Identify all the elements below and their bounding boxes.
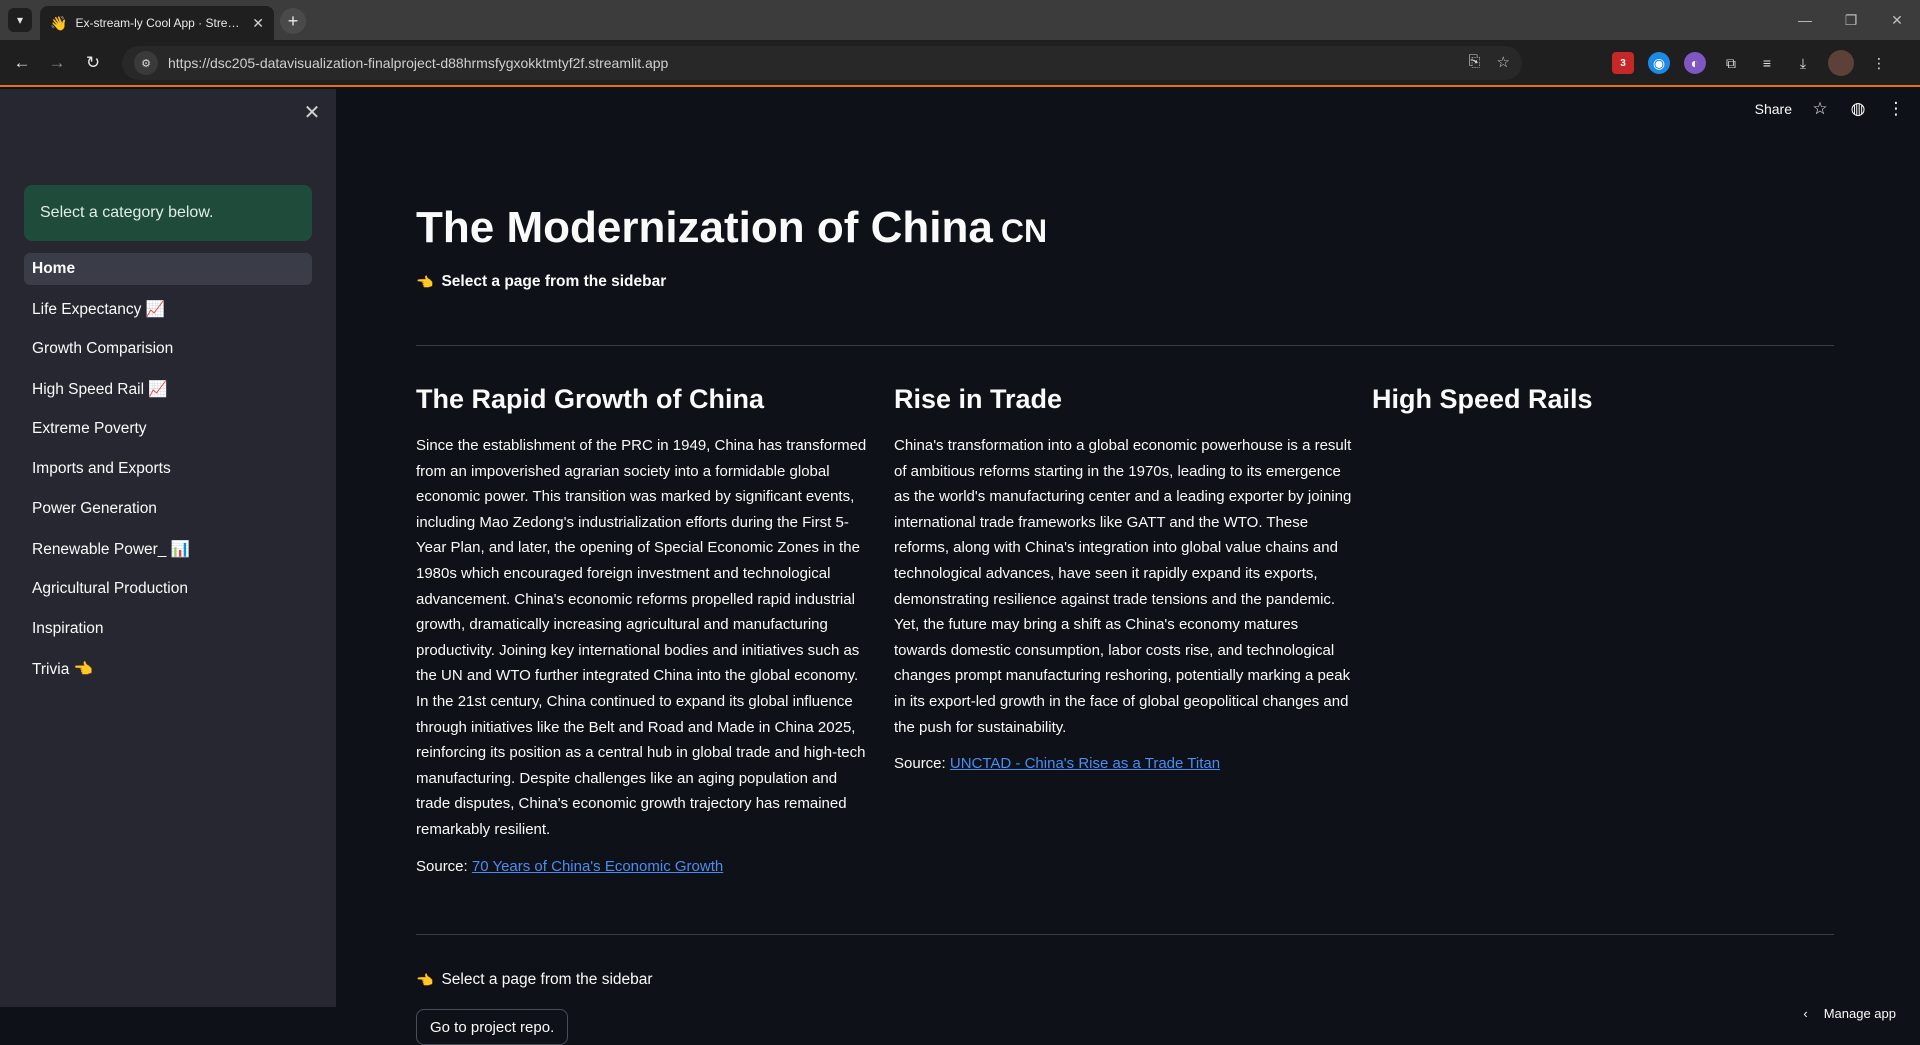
chevron-left-icon: ‹ <box>1803 1006 1808 1021</box>
profile-avatar[interactable] <box>1828 50 1854 76</box>
reload-icon[interactable]: ↻ <box>80 50 106 76</box>
source-prefix: Source: <box>416 857 468 875</box>
sidebar-item-growth-comparision[interactable]: Growth Comparision <box>24 333 312 365</box>
sidebar-item-imports-exports[interactable]: Imports and Exports <box>24 453 312 485</box>
install-app-icon[interactable]: ⎘ <box>1469 53 1481 71</box>
browser-tab-active[interactable]: 👋 Ex-stream-ly Cool App · Streamlit ✕ <box>40 6 274 40</box>
sidebar-nav: Home Life Expectancy 📈 Growth Comparisio… <box>24 253 312 693</box>
window-close-icon[interactable]: ✕ <box>1874 0 1920 40</box>
source-prefix: Source: <box>894 755 946 773</box>
restore-icon[interactable]: ❐ <box>1828 0 1874 40</box>
tab-close-icon[interactable]: ✕ <box>252 15 264 32</box>
sidebar-close-icon[interactable]: ✕ <box>300 100 324 124</box>
sidebar-item-inspiration[interactable]: Inspiration <box>24 613 312 645</box>
minimize-icon[interactable]: — <box>1782 0 1828 40</box>
source-link-economic-growth[interactable]: 70 Years of China's Economic Growth <box>472 858 723 875</box>
china-flag-icon: CN <box>1000 213 1048 249</box>
column-heading: High Speed Rails <box>1372 384 1593 414</box>
sidebar-item-high-speed-rail[interactable]: High Speed Rail 📈 <box>24 373 312 405</box>
sidebar-item-renewable-power[interactable]: Renewable Power_ 📊 <box>24 533 312 565</box>
sidebar-info-box: Select a category below. <box>24 185 312 241</box>
address-bar[interactable]: ⚙ https://dsc205-datavisualization-final… <box>122 46 1522 80</box>
pointing-hand-icon: 👈 <box>416 273 434 290</box>
new-tab-button[interactable]: + <box>280 8 306 34</box>
tab-title: Ex-stream-ly Cool App · Streamlit <box>75 16 245 30</box>
source-line: Source: 70 Years of China's Economic Gro… <box>416 858 874 875</box>
browser-tabstrip: ▾ 👋 Ex-stream-ly Cool App · Streamlit ✕ … <box>0 0 1920 40</box>
column-rapid-growth: The Rapid Growth of China Since the esta… <box>416 384 874 875</box>
app-menu-icon[interactable]: ⋮ <box>1886 99 1906 119</box>
manage-app-label: Manage app <box>1823 1006 1896 1021</box>
page-title-text: The Modernization of China <box>416 203 993 252</box>
extension-icons: 3 ◉ ◐ ⧉ ≡ ⤓ ⋮ <box>1612 50 1890 76</box>
downloads-icon[interactable]: ⤓ <box>1792 52 1814 74</box>
select-prompt-bottom-text: Select a page from the sidebar <box>441 971 653 988</box>
divider-top <box>416 345 1834 346</box>
select-prompt: 👈 Select a page from the sidebar <box>416 273 666 291</box>
sidebar-item-life-expectancy[interactable]: Life Expectancy 📈 <box>24 293 312 325</box>
main-content: The Modernization of China CN 👈 Select a … <box>416 89 1834 1045</box>
column-rise-in-trade: Rise in Trade China's transformation int… <box>894 384 1352 772</box>
manage-app-button[interactable]: ‹ Manage app <box>1803 1006 1896 1021</box>
site-info-icon[interactable]: ⚙ <box>134 51 158 75</box>
extension-badge-icon[interactable]: 3 <box>1612 52 1634 74</box>
column-high-speed-rails: High Speed Rails <box>1372 384 1830 433</box>
sidebar-item-home[interactable]: Home <box>24 253 312 285</box>
streamlit-app: ✕ Select a category below. Home Life Exp… <box>0 89 1920 1045</box>
url-text[interactable]: https://dsc205-datavisualization-finalpr… <box>168 55 668 71</box>
source-line: Source: UNCTAD - China's Rise as a Trade… <box>894 755 1352 772</box>
column-body: China's transformation into a global eco… <box>894 437 1352 736</box>
divider-bottom <box>416 934 1834 935</box>
forward-icon[interactable]: → <box>44 50 70 76</box>
browser-toolbar: ← → ↻ ⚙ https://dsc205-datavisualization… <box>0 40 1920 87</box>
back-icon[interactable]: ← <box>9 50 35 76</box>
page-title: The Modernization of China CN <box>416 203 1047 253</box>
sidebar-item-agricultural-production[interactable]: Agricultural Production <box>24 573 312 605</box>
sidebar-item-trivia[interactable]: Trivia 👈 <box>24 653 312 685</box>
reading-list-icon[interactable]: ≡ <box>1756 52 1778 74</box>
column-heading: Rise in Trade <box>894 384 1063 414</box>
bookmark-star-icon[interactable]: ☆ <box>1497 53 1510 71</box>
extension-purple-icon[interactable]: ◐ <box>1684 52 1706 74</box>
extension-blue-icon[interactable]: ◉ <box>1648 52 1670 74</box>
browser-menu-icon[interactable]: ⋮ <box>1868 52 1890 74</box>
extensions-puzzle-icon[interactable]: ⧉ <box>1720 52 1742 74</box>
column-body: Since the establishment of the PRC in 19… <box>416 437 867 838</box>
pointing-hand-icon: 👈 <box>416 971 434 988</box>
sidebar: ✕ Select a category below. Home Life Exp… <box>0 89 336 1007</box>
window-controls: — ❐ ✕ <box>1782 0 1920 40</box>
column-heading: The Rapid Growth of China <box>416 384 764 414</box>
select-prompt-text: Select a page from the sidebar <box>441 273 667 290</box>
select-prompt-bottom: 👈 Select a page from the sidebar <box>416 971 653 989</box>
source-link-unctad[interactable]: UNCTAD - China's Rise as a Trade Titan <box>950 755 1220 772</box>
sidebar-item-power-generation[interactable]: Power Generation <box>24 493 312 525</box>
sidebar-item-extreme-poverty[interactable]: Extreme Poverty <box>24 413 312 445</box>
github-icon[interactable]: ◍ <box>1848 99 1868 119</box>
wave-hand-favicon-icon: 👋 <box>50 14 68 31</box>
tab-search-button[interactable]: ▾ <box>8 8 32 32</box>
